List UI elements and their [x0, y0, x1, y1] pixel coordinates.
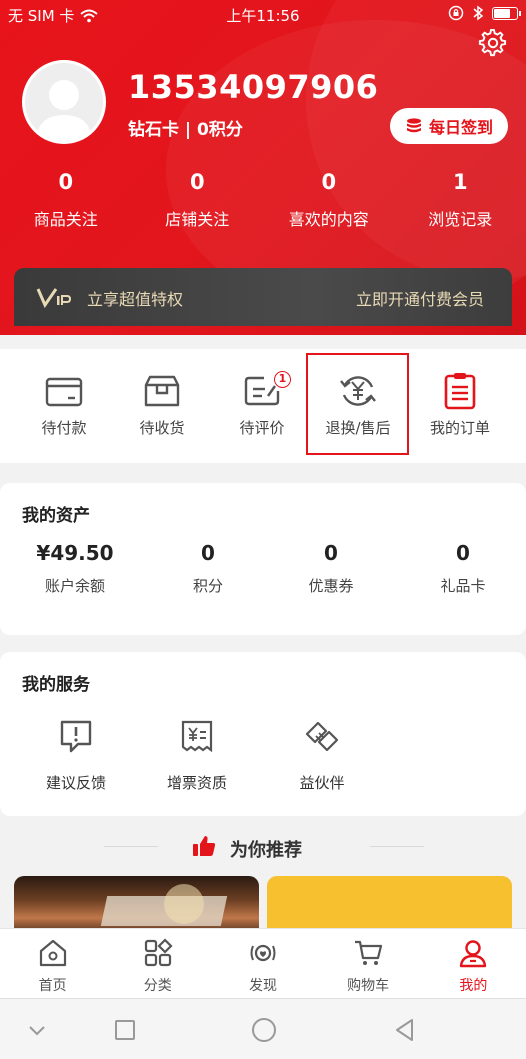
- order-pending-payment[interactable]: 待付款: [14, 349, 114, 463]
- home-button-icon[interactable]: [249, 1015, 279, 1045]
- thumbs-up-icon: [193, 836, 216, 856]
- asset-value: ¥49.50: [36, 541, 114, 565]
- stat-label: 浏览记录: [428, 210, 493, 229]
- stat-label: 喜欢的内容: [288, 210, 369, 229]
- tab-home[interactable]: 首页: [0, 929, 105, 998]
- battery-fill: [494, 8, 510, 18]
- bottom-tab-bar: 首页 分类 发现 购物车 我的: [0, 928, 526, 998]
- user-icon: [35, 80, 93, 141]
- asset-balance[interactable]: ¥49.50 账户余额: [10, 541, 140, 596]
- stat-value: 0: [58, 170, 74, 194]
- stat-label: 店铺关注: [165, 210, 230, 229]
- my-assets-card: 我的资产 ¥49.50 账户余额 0 积分 0 优惠券 0 礼品卡: [0, 483, 526, 635]
- divider: [370, 846, 424, 847]
- my-orders[interactable]: 我的订单: [410, 349, 510, 463]
- stat-value: 0: [189, 170, 205, 194]
- tab-label: 发现: [248, 978, 277, 994]
- order-label: 待付款: [41, 419, 87, 437]
- vip-banner[interactable]: 立享超值特权 立即开通付费会员: [14, 268, 512, 326]
- member-level: 钻石卡 | 0积分: [128, 120, 243, 140]
- daily-checkin-button[interactable]: 每日签到: [390, 108, 508, 144]
- status-bar: 无 SIM 卡 上午11:56: [0, 0, 526, 30]
- avatar[interactable]: [22, 60, 106, 144]
- order-label: 待评价: [239, 419, 285, 437]
- vip-cta[interactable]: 立即开通付费会员: [356, 286, 484, 310]
- asset-value: 0: [324, 541, 338, 565]
- my-services-card: 我的服务 建议反馈 增票资质 益伙伴: [0, 652, 526, 816]
- asset-label: 积分: [192, 577, 223, 595]
- section-title: 我的资产: [22, 506, 90, 526]
- feedback-icon: [60, 720, 92, 753]
- user-icon: [460, 940, 487, 968]
- section-title: 我的服务: [22, 675, 90, 695]
- order-label: 我的订单: [429, 419, 490, 437]
- checkin-label: 每日签到: [428, 118, 493, 137]
- package-icon: [144, 375, 180, 407]
- gear-icon[interactable]: [478, 28, 508, 58]
- service-feedback[interactable]: 建议反馈: [16, 718, 136, 793]
- asset-gift-cards[interactable]: 0 礼品卡: [398, 541, 526, 596]
- back-icon[interactable]: [390, 1015, 420, 1045]
- order-list-icon: [444, 373, 476, 410]
- wallet-icon: [45, 377, 83, 407]
- vip-logo-icon: [36, 288, 72, 308]
- category-icon: [144, 938, 173, 967]
- phone-number: 13534097906: [128, 68, 379, 106]
- order-label: 待收货: [139, 419, 185, 437]
- stat-browse-history[interactable]: 1 浏览记录: [395, 170, 526, 230]
- discover-icon: [250, 944, 276, 962]
- tab-label: 我的: [459, 978, 488, 994]
- asset-value: 0: [201, 541, 215, 565]
- selection-highlight: [306, 353, 409, 455]
- tab-cart[interactable]: 购物车: [316, 929, 421, 998]
- tab-label: 首页: [38, 978, 67, 994]
- tab-label: 分类: [143, 978, 172, 994]
- battery-icon: [492, 6, 521, 20]
- asset-coupons[interactable]: 0 优惠券: [266, 541, 396, 596]
- stats-row: 0 商品关注 0 店铺关注 0 喜欢的内容 1 浏览记录: [0, 170, 526, 230]
- tab-label: 购物车: [347, 978, 390, 994]
- product-card-image[interactable]: [267, 876, 512, 936]
- stat-shop-follow[interactable]: 0 店铺关注: [132, 170, 264, 230]
- order-pending-review[interactable]: 1 待评价: [212, 349, 312, 463]
- service-label: 增票资质: [166, 774, 227, 792]
- stat-value: 0: [321, 170, 337, 194]
- cart-icon: [355, 940, 383, 965]
- tab-mine[interactable]: 我的: [421, 929, 526, 998]
- handshake-icon: [305, 721, 339, 752]
- product-image-detail: [164, 884, 204, 924]
- rotation-lock-icon: [448, 5, 464, 21]
- vip-tagline: 立享超值特权: [87, 290, 184, 309]
- tab-discover[interactable]: 发现: [210, 929, 315, 998]
- recommend-heading: 为你推荐: [0, 832, 526, 862]
- order-pending-receipt[interactable]: 待收货: [112, 349, 212, 463]
- profile-header: 无 SIM 卡 上午11:56 13534097906 钻石卡 | 0积分 每日…: [0, 0, 526, 335]
- divider: [104, 846, 158, 847]
- asset-points[interactable]: 0 积分: [143, 541, 273, 596]
- invoice-icon: [181, 720, 213, 753]
- asset-label: 礼品卡: [440, 577, 486, 595]
- service-label: 建议反馈: [45, 774, 106, 792]
- chevron-down-icon[interactable]: [22, 1015, 52, 1045]
- asset-value: 0: [456, 541, 470, 565]
- recent-apps-icon[interactable]: [110, 1015, 140, 1045]
- home-icon: [39, 939, 66, 967]
- stat-label: 商品关注: [33, 210, 98, 229]
- order-shortcuts: 待付款 待收货 1 待评价 退换/售后 我的订单: [0, 349, 526, 785]
- asset-label: 账户余额: [44, 577, 105, 595]
- recommend-title: 为你推荐: [230, 840, 302, 861]
- stat-value: 1: [452, 170, 468, 194]
- asset-label: 优惠券: [308, 577, 354, 595]
- stat-product-follow[interactable]: 0 商品关注: [0, 170, 132, 230]
- product-card-image[interactable]: [14, 876, 259, 936]
- service-partner[interactable]: 益伙伴: [262, 718, 382, 793]
- service-invoice[interactable]: 增票资质: [137, 718, 257, 793]
- service-label: 益伙伴: [299, 774, 345, 792]
- bluetooth-icon: [473, 5, 484, 21]
- review-count-badge: 1: [274, 371, 291, 388]
- coin-stack-icon: [406, 118, 421, 133]
- stat-liked-content[interactable]: 0 喜欢的内容: [263, 170, 395, 230]
- system-nav-bar: [0, 998, 526, 1059]
- tab-category[interactable]: 分类: [105, 929, 210, 998]
